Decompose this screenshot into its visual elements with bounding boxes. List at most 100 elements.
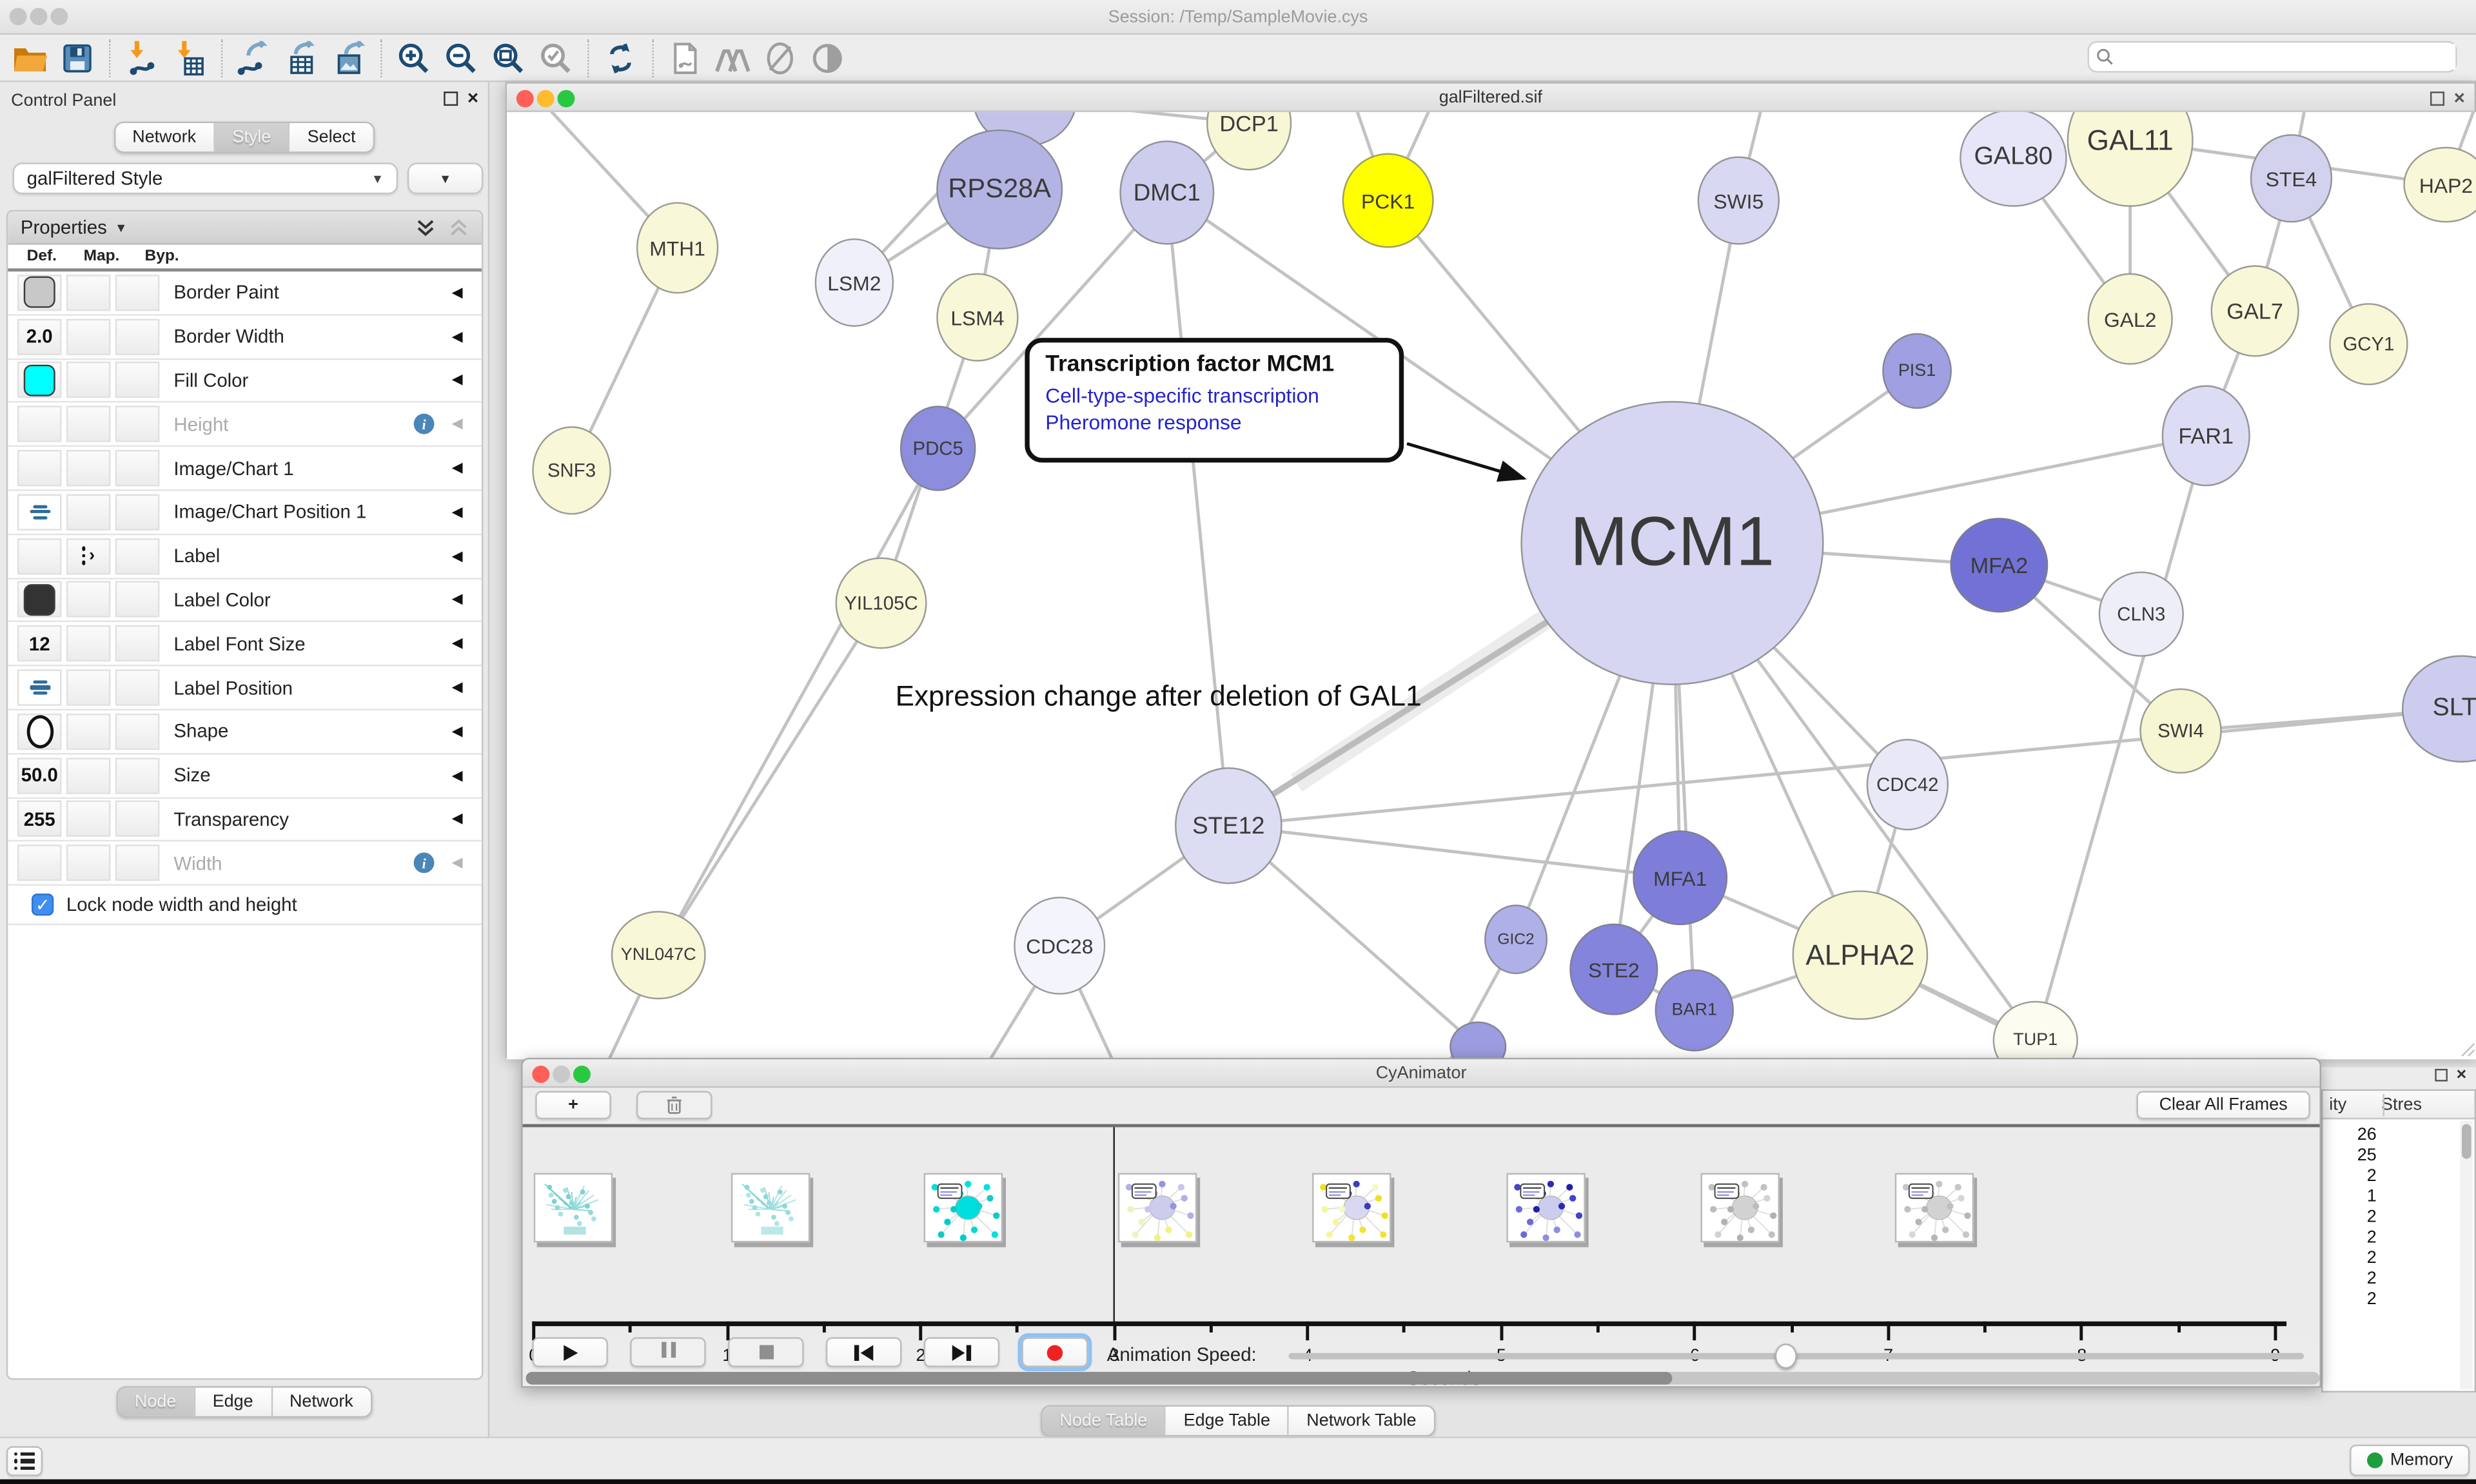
default-value-cell[interactable]: [17, 714, 62, 750]
network-canvas[interactable]: DCP1RPS28ADMC1PCK1SWI5GAL80GAL11STE4HAP2…: [507, 112, 2476, 1059]
zoom-selected-icon[interactable]: [535, 39, 576, 77]
network-node-pis1[interactable]: PIS1: [1882, 333, 1952, 409]
network-node-gic2[interactable]: GIC2: [1484, 904, 1548, 974]
zoom-in-icon[interactable]: [393, 39, 435, 77]
network-node-pck1[interactable]: PCK1: [1342, 153, 1434, 248]
default-value-cell[interactable]: [17, 450, 62, 486]
tab-network-table[interactable]: Network Table: [1289, 1407, 1433, 1435]
bypass-cell[interactable]: [115, 538, 160, 574]
network-node-far1[interactable]: FAR1: [2162, 386, 2250, 487]
frame-thumbnail-4[interactable]: [1312, 1173, 1391, 1243]
annotation-link[interactable]: Pheromone response: [1045, 409, 1383, 436]
annotation-link[interactable]: Cell-type-specific transcription: [1045, 382, 1383, 409]
network-node-gcy1[interactable]: GCY1: [2329, 303, 2408, 385]
table-scrollbar[interactable]: [2461, 1121, 2473, 1389]
table-column-header[interactable]: ity: [2329, 1095, 2346, 1113]
frame-thumbnail-7[interactable]: [1895, 1173, 1974, 1243]
expand-row-icon[interactable]: ◀: [452, 284, 463, 302]
close-panel-icon[interactable]: ×: [2457, 1068, 2467, 1083]
bypass-cell[interactable]: [115, 670, 160, 706]
stop-button[interactable]: [728, 1337, 804, 1367]
annotation-box[interactable]: Transcription factor MCM1 Cell-type-spec…: [1025, 338, 1404, 462]
properties-header[interactable]: Properties ▼: [8, 211, 482, 244]
expand-row-icon[interactable]: ◀: [452, 416, 463, 433]
table-cell[interactable]: 2: [2323, 1290, 2376, 1309]
network-node-mcm1[interactable]: MCM1: [1520, 401, 1823, 685]
tab-style[interactable]: Style: [215, 123, 290, 151]
network-node-mfa2[interactable]: MFA2: [1950, 518, 2048, 612]
default-value-cell[interactable]: [17, 275, 62, 311]
bypass-cell[interactable]: [115, 494, 160, 530]
close-frame-icon[interactable]: ×: [2454, 90, 2465, 106]
network-node-yil105c[interactable]: YIL105C: [836, 557, 927, 649]
mapping-cell[interactable]: [66, 714, 111, 750]
tab-network[interactable]: Network: [115, 123, 215, 151]
frame-thumbnail-1[interactable]: [731, 1173, 810, 1243]
expand-row-icon[interactable]: ◀: [452, 503, 463, 521]
frame-thumbnail-6[interactable]: [1701, 1173, 1780, 1243]
animation-speed-slider[interactable]: [1288, 1353, 2304, 1360]
network-node-rps28a[interactable]: RPS28A: [936, 130, 1063, 249]
export-network-icon[interactable]: [233, 39, 275, 77]
network-node-snf3[interactable]: SNF3: [532, 426, 611, 514]
expand-row-icon[interactable]: ◀: [452, 372, 463, 389]
bypass-cell[interactable]: [115, 362, 160, 398]
import-network-icon[interactable]: [122, 39, 163, 77]
add-frame-button[interactable]: +: [535, 1091, 611, 1119]
network-node-ste12[interactable]: STE12: [1175, 767, 1282, 884]
expand-row-icon[interactable]: ◀: [452, 723, 463, 740]
lock-size-checkbox[interactable]: ✓: [32, 894, 54, 916]
tab-node-table[interactable]: Node Table: [1043, 1407, 1166, 1435]
mapping-cell[interactable]: [66, 494, 111, 530]
hide-selected-icon[interactable]: [760, 39, 801, 77]
search-box[interactable]: [2088, 41, 2457, 73]
resize-grip-icon[interactable]: [2459, 1040, 2474, 1056]
network-node-tup1[interactable]: TUP1: [1993, 1001, 2078, 1060]
expand-row-icon[interactable]: ◀: [452, 328, 463, 346]
table-column-header[interactable]: Stres: [2381, 1095, 2422, 1113]
mapping-cell[interactable]: [66, 625, 111, 661]
bypass-cell[interactable]: [115, 275, 160, 311]
frame-thumbnail-2[interactable]: [924, 1173, 1003, 1243]
default-value-cell[interactable]: [17, 581, 62, 618]
default-value-cell[interactable]: 2.0: [17, 318, 62, 355]
play-button[interactable]: [532, 1337, 608, 1367]
network-node-dcp1[interactable]: DCP1: [1206, 112, 1292, 171]
mapping-cell[interactable]: [66, 670, 111, 706]
info-icon[interactable]: i: [414, 853, 435, 874]
network-node-cln3[interactable]: CLN3: [2099, 572, 2184, 657]
copy-icon[interactable]: [665, 39, 706, 77]
show-panels-button[interactable]: [6, 1446, 43, 1476]
network-node-ynl047c[interactable]: YNL047C: [611, 911, 706, 999]
mapping-cell[interactable]: [66, 362, 111, 398]
network-node-mth1[interactable]: MTH1: [636, 202, 718, 293]
record-button[interactable]: [1021, 1337, 1088, 1367]
style-options-button[interactable]: ▼: [408, 162, 484, 194]
mapping-cell[interactable]: [66, 318, 111, 355]
expand-row-icon[interactable]: ◀: [452, 855, 463, 872]
mapping-cell[interactable]: [66, 581, 111, 618]
bypass-cell[interactable]: [115, 801, 160, 837]
network-node-lsm4[interactable]: LSM4: [936, 273, 1018, 362]
frame-thumbnail-0[interactable]: [534, 1173, 613, 1243]
tab-network[interactable]: Network: [272, 1388, 371, 1416]
clear-all-frames-button[interactable]: Clear All Frames: [2136, 1091, 2310, 1119]
mapping-cell[interactable]: [66, 275, 111, 311]
network-node-bar1[interactable]: BAR1: [1655, 970, 1734, 1051]
default-value-cell[interactable]: [17, 494, 62, 530]
tab-node[interactable]: Node: [117, 1388, 195, 1416]
float-panel-icon[interactable]: [2434, 1069, 2447, 1082]
network-titlebar[interactable]: galFiltered.sif ×: [507, 84, 2474, 112]
network-node-gal2[interactable]: GAL2: [2088, 273, 2173, 365]
mapping-cell[interactable]: [66, 450, 111, 486]
network-node-swi4[interactable]: SWI4: [2139, 688, 2221, 774]
frame-thumbnail-5[interactable]: [1506, 1173, 1585, 1243]
mapping-cell[interactable]: [66, 801, 111, 837]
export-table-icon[interactable]: [281, 39, 322, 77]
save-icon[interactable]: [57, 39, 98, 77]
timeline-scrollbar[interactable]: [526, 1372, 2320, 1385]
network-node-cdc42[interactable]: CDC42: [1867, 739, 1949, 830]
table-cell[interactable]: 2: [2323, 1207, 2376, 1226]
table-cell[interactable]: 25: [2323, 1146, 2376, 1165]
timeline[interactable]: 0123456789 Seconds: [523, 1128, 2320, 1338]
